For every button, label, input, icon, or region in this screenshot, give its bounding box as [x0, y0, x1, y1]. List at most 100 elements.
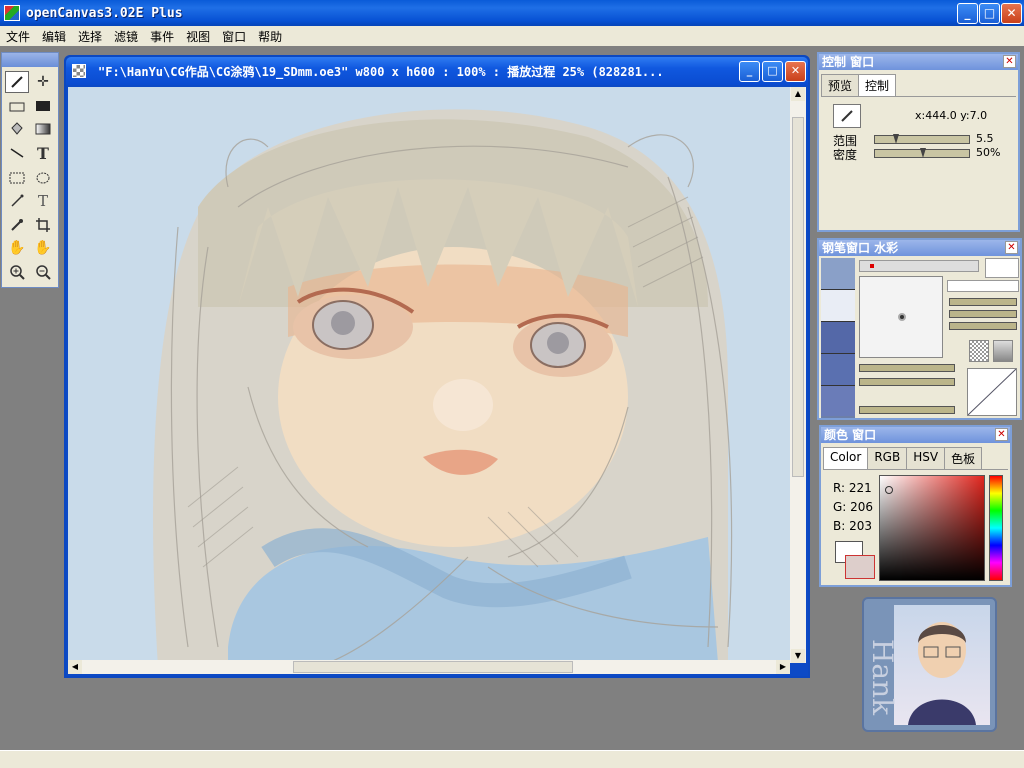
finger-blend-icon[interactable]: [821, 386, 855, 416]
hand-tool-icon[interactable]: ✋: [5, 237, 29, 259]
control-panel-close-icon[interactable]: ✕: [1003, 55, 1016, 68]
lasso-tool-icon[interactable]: [31, 167, 55, 189]
drawing-canvas[interactable]: [68, 87, 790, 663]
gradient-tool-icon[interactable]: [31, 118, 55, 140]
pen-slider-6[interactable]: [859, 406, 955, 414]
tab-color[interactable]: Color: [823, 447, 869, 469]
vertical-scroll-thumb[interactable]: [792, 117, 804, 477]
hue-slider[interactable]: [989, 475, 1003, 581]
rotate-hand-tool-icon[interactable]: ✋: [31, 237, 55, 259]
menu-view[interactable]: 视图: [180, 28, 216, 45]
density-slider[interactable]: [874, 148, 970, 158]
app-title: openCanvas3.02E Plus: [26, 5, 183, 21]
color-panel: 颜色 窗口 ✕ Color RGB HSV 色板 R: 221 G: 206 B…: [819, 425, 1012, 587]
color-picker-cursor[interactable]: [885, 486, 893, 494]
paper-icon[interactable]: [993, 340, 1013, 362]
canvas-title-bar[interactable]: "F:\HanYu\CG作品\CG涂鸦\19_SDmm.oe3" w800 x …: [66, 57, 808, 85]
menu-filter[interactable]: 滤镜: [108, 28, 144, 45]
crop-tool-icon[interactable]: [31, 214, 55, 236]
pen-panel-close-icon[interactable]: ✕: [1005, 241, 1018, 254]
close-button[interactable]: ✕: [1001, 3, 1022, 24]
canvas-close-button[interactable]: ✕: [785, 61, 806, 82]
line-tool-icon[interactable]: [5, 142, 29, 164]
pen-slider-4[interactable]: [859, 364, 955, 372]
tab-rgb[interactable]: RGB: [867, 447, 908, 469]
move-tool-icon[interactable]: ✛: [31, 71, 55, 93]
avatar-card: Hank: [862, 597, 997, 732]
pen-preview-icon[interactable]: [833, 104, 861, 128]
pen-panel-header[interactable]: 钢笔窗口 水彩 ✕: [819, 240, 1020, 256]
control-tabs: 预览 控制: [821, 74, 1016, 97]
menu-edit[interactable]: 编辑: [36, 28, 72, 45]
pen-tool-icon[interactable]: [5, 71, 29, 93]
tab-control[interactable]: 控制: [858, 74, 897, 96]
brush-preview: [859, 276, 943, 358]
range-value: 5.5: [976, 132, 994, 145]
pencil-brush-icon[interactable]: [821, 258, 855, 290]
horizontal-scroll-thumb[interactable]: [293, 661, 573, 673]
app-title-bar: openCanvas3.02E Plus _ □ ✕: [0, 0, 1024, 26]
control-panel-header[interactable]: 控制 窗口 ✕: [819, 54, 1018, 70]
blue-value: B: 203: [833, 519, 872, 533]
water-drop-icon[interactable]: [821, 354, 855, 386]
color-picker-square[interactable]: [879, 475, 985, 581]
scroll-left-icon[interactable]: ◀: [68, 660, 82, 674]
tab-hsv[interactable]: HSV: [906, 447, 946, 469]
scroll-up-icon[interactable]: ▲: [791, 87, 805, 101]
tool-palette-header[interactable]: [2, 53, 58, 67]
scroll-right-icon[interactable]: ▶: [776, 660, 790, 674]
menu-file[interactable]: 文件: [0, 28, 36, 45]
horizontal-scrollbar[interactable]: ◀ ▶: [68, 660, 790, 674]
density-value: 50%: [976, 146, 1001, 159]
canvas-minimize-button[interactable]: _: [739, 61, 760, 82]
control-panel: 控制 窗口 ✕ 预览 控制 x:444.0 y:7.0 范围 5.5 密度 50…: [817, 52, 1020, 232]
menu-event[interactable]: 事件: [144, 28, 180, 45]
cursor-coordinates: x:444.0 y:7.0: [915, 109, 988, 122]
density-label: 密度: [833, 148, 858, 162]
text-select-tool-icon[interactable]: T: [31, 190, 55, 212]
bucket-tool-icon[interactable]: [5, 118, 29, 140]
size-ruler[interactable]: [859, 260, 979, 272]
foreground-color-swatch[interactable]: [845, 555, 875, 579]
eyedropper-tool-icon[interactable]: [5, 214, 29, 236]
pen-slider-2[interactable]: [949, 310, 1017, 318]
red-value: R: 221: [833, 481, 872, 495]
tab-preview[interactable]: 预览: [821, 74, 860, 96]
pen-slider-5[interactable]: [859, 378, 955, 386]
oil-brush-icon[interactable]: [821, 322, 855, 354]
color-tabs: Color RGB HSV 色板: [823, 447, 1008, 470]
pressure-curve[interactable]: [967, 368, 1017, 416]
range-slider[interactable]: [874, 134, 970, 144]
zoom-out-icon[interactable]: [31, 261, 55, 283]
avatar: [894, 605, 990, 725]
maximize-button[interactable]: □: [979, 3, 1000, 24]
wand-tool-icon[interactable]: [5, 190, 29, 212]
pen-panel-title: 钢笔窗口 水彩: [822, 241, 899, 255]
scroll-down-icon[interactable]: ▼: [791, 649, 805, 663]
vertical-scrollbar[interactable]: ▲ ▼: [790, 87, 806, 663]
canvas-title: "F:\HanYu\CG作品\CG涂鸦\19_SDmm.oe3" w800 x …: [98, 64, 664, 79]
fill-rect-tool-icon[interactable]: [31, 95, 55, 117]
app-icon: [4, 5, 20, 21]
brush-tool-icon[interactable]: [5, 95, 29, 117]
menu-help[interactable]: 帮助: [252, 28, 288, 45]
zoom-in-icon[interactable]: [5, 261, 29, 283]
tool-palette: ✛ T T ✋ ✋: [1, 52, 59, 288]
rect-select-tool-icon[interactable]: [5, 167, 29, 189]
menu-window[interactable]: 窗口: [216, 28, 252, 45]
color-panel-close-icon[interactable]: ✕: [995, 428, 1008, 441]
text-tool-icon[interactable]: T: [31, 142, 55, 164]
watercolor-brush-icon[interactable]: [821, 290, 855, 322]
avatar-name: Hank: [866, 639, 899, 716]
save-brush-icon[interactable]: [985, 258, 1019, 278]
control-panel-title: 控制 窗口: [822, 55, 875, 69]
minimize-button[interactable]: _: [957, 3, 978, 24]
canvas-maximize-button[interactable]: □: [762, 61, 783, 82]
texture-icon[interactable]: [969, 340, 989, 362]
pen-slider-3[interactable]: [949, 322, 1017, 330]
brush-tip-selector[interactable]: [947, 280, 1019, 292]
menu-select[interactable]: 选择: [72, 28, 108, 45]
pen-slider-1[interactable]: [949, 298, 1017, 306]
color-panel-header[interactable]: 颜色 窗口 ✕: [821, 427, 1010, 443]
tab-swatches[interactable]: 色板: [944, 447, 983, 469]
